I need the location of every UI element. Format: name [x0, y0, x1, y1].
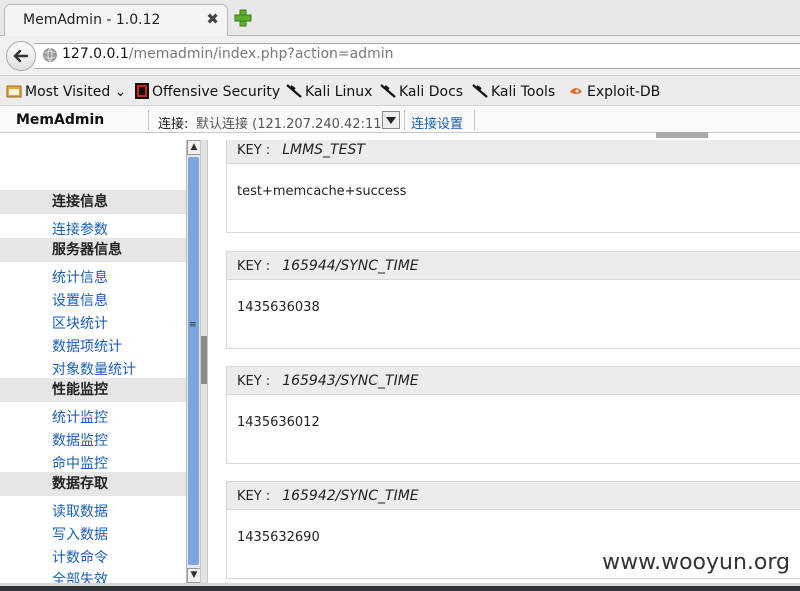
bookmark-offensive-security[interactable]: Offensive Security — [135, 83, 280, 100]
caret-up-icon: ▲ — [190, 142, 198, 152]
watermark: www.wooyun.org — [600, 550, 792, 575]
header-divider — [148, 110, 149, 130]
app-header: MemAdmin 连接: 默认连接 (121.207.240.42:1121 连… — [0, 107, 800, 133]
header-divider — [404, 110, 405, 130]
sidebar-item-data-monitor[interactable]: 数据监控 — [52, 430, 108, 450]
kali-dragon-icon — [380, 84, 396, 98]
key-header: KEY : LMMS_TEST — [227, 140, 800, 164]
bookmark-kali-docs[interactable]: Kali Docs — [380, 83, 463, 100]
app-title: MemAdmin — [16, 112, 105, 128]
bookmark-label: Exploit-DB — [587, 84, 661, 100]
header-divider — [474, 110, 475, 130]
tab-title: MemAdmin - 1.0.12 — [23, 12, 161, 28]
close-icon[interactable]: ✖ — [206, 10, 219, 28]
key-name: 165944/SYNC_TIME — [282, 258, 419, 274]
key-header: KEY : 165944/SYNC_TIME — [227, 252, 800, 280]
sidebar-item-stats[interactable]: 统计信息 — [52, 267, 108, 287]
sidebar-item-items[interactable]: 数据项统计 — [52, 336, 122, 356]
bookmark-label: Offensive Security — [152, 84, 281, 100]
url-path: /memadmin/index.php?action=admin — [128, 46, 394, 62]
connection-label: 连接: — [158, 117, 189, 132]
globe-icon — [43, 47, 57, 63]
back-arrow-icon — [13, 49, 29, 63]
bookmark-label: Most Visited — [25, 84, 111, 100]
navigation-bar: 127.0.0.1/memadmin/index.php?action=admi… — [0, 36, 800, 76]
taskbar — [0, 586, 800, 591]
bookmarks-toolbar: Most Visited ⌄ Offensive Security Kali L… — [0, 76, 800, 106]
sidebar-scrollbar[interactable]: ▲ ≡ ▼ — [186, 140, 201, 583]
scroll-up-button[interactable]: ▲ — [187, 140, 201, 155]
sidebar-item-hit-monitor[interactable]: 命中监控 — [52, 453, 108, 473]
sidebar-item-counter-command[interactable]: 计数命令 — [52, 547, 108, 567]
offsec-icon — [135, 83, 149, 99]
frame-resize-handle[interactable] — [201, 336, 207, 384]
kali-dragon-icon — [472, 84, 488, 98]
bookmark-most-visited[interactable]: Most Visited ⌄ — [6, 83, 126, 100]
key-label: KEY : — [237, 374, 271, 389]
url-host: 127.0.0.1 — [62, 46, 129, 62]
sidebar-item-slabs[interactable]: 区块统计 — [52, 313, 108, 333]
browser-tab-strip: MemAdmin - 1.0.12 ✖ — [0, 0, 800, 36]
key-header: KEY : 165942/SYNC_TIME — [227, 482, 800, 510]
new-tab-icon[interactable] — [234, 9, 252, 27]
sidebar-item-read-data[interactable]: 读取数据 — [52, 501, 108, 521]
sidebar-group-server: 服务器信息 — [0, 238, 186, 262]
key-card: KEY : LMMS_TEST test+memcache+success — [226, 140, 800, 233]
url-text[interactable]: 127.0.0.1/memadmin/index.php?action=admi… — [62, 46, 394, 62]
key-label: KEY : — [237, 143, 271, 158]
key-card: KEY : 165944/SYNC_TIME 1435636038 — [226, 251, 800, 349]
key-label: KEY : — [237, 259, 271, 274]
data-list: KEY : LMMS_TEST test+memcache+success KEY… — [208, 140, 800, 583]
key-header: KEY : 165943/SYNC_TIME — [227, 367, 800, 395]
back-button[interactable] — [6, 41, 36, 71]
triangle-down-icon — [386, 117, 396, 124]
connection-select[interactable]: 默认连接 (121.207.240.42:1121 — [196, 113, 398, 132]
key-name: 165942/SYNC_TIME — [282, 488, 419, 504]
caret-down-icon: ▼ — [190, 570, 198, 580]
bookmark-label: Kali Docs — [399, 84, 464, 100]
bookmark-exploit-db[interactable]: Exploit-DB — [568, 83, 660, 100]
kali-dragon-icon — [286, 84, 302, 98]
key-value: 1435636038 — [237, 300, 320, 315]
sidebar-item-stats-monitor[interactable]: 统计监控 — [52, 407, 108, 427]
sidebar-group-monitor: 性能监控 — [0, 378, 186, 402]
sidebar-item-flush-all[interactable]: 全部失效 — [52, 569, 108, 583]
key-label: KEY : — [237, 489, 271, 504]
key-card: KEY : 165943/SYNC_TIME 1435636012 — [226, 366, 800, 464]
key-name: 165943/SYNC_TIME — [282, 373, 419, 389]
key-value: test+memcache+success — [237, 184, 407, 199]
sidebar-group-connection: 连接信息 — [0, 190, 186, 214]
key-name: LMMS_TEST — [282, 142, 365, 158]
sidebar-item-settings[interactable]: 设置信息 — [52, 290, 108, 310]
sidebar-item-connection-params[interactable]: 连接参数 — [52, 219, 108, 239]
scrollbar-thumb[interactable] — [188, 157, 199, 565]
bookmark-label: Kali Linux — [305, 84, 373, 100]
folder-icon — [6, 85, 22, 98]
sidebar-item-write-data[interactable]: 写入数据 — [52, 524, 108, 544]
chevron-down-icon: ⌄ — [110, 84, 127, 100]
grip-icon: ≡ — [189, 320, 197, 330]
connection-dropdown-button[interactable] — [382, 111, 400, 129]
bookmark-kali-linux[interactable]: Kali Linux — [286, 83, 372, 100]
bookmark-kali-tools[interactable]: Kali Tools — [472, 83, 555, 100]
horizontal-scroll-indicator[interactable] — [656, 132, 708, 138]
sidebar-group-data-access: 数据存取 — [0, 472, 186, 496]
browser-tab[interactable]: MemAdmin - 1.0.12 ✖ — [4, 4, 228, 36]
exploitdb-icon — [570, 88, 582, 94]
sidebar: 连接信息 连接参数 服务器信息 统计信息 设置信息 区块统计 数据项统计 对象数… — [0, 140, 186, 583]
bookmark-label: Kali Tools — [491, 84, 556, 100]
scroll-down-button[interactable]: ▼ — [187, 568, 201, 583]
sidebar-item-object-count[interactable]: 对象数量统计 — [52, 359, 136, 379]
key-value: 1435636012 — [237, 415, 320, 430]
connection-settings-link[interactable]: 连接设置 — [411, 113, 463, 132]
